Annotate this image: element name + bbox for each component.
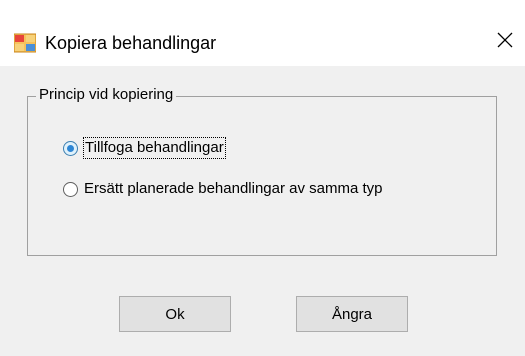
application-icon — [13, 33, 37, 53]
title-bar[interactable]: Kopiera behandlingar — [0, 8, 525, 66]
radio-checked-icon[interactable] — [63, 140, 78, 156]
option-replace-label: Ersätt planerade behandlingar av samma t… — [84, 180, 383, 197]
ok-button[interactable]: Ok — [119, 296, 231, 332]
cancel-button[interactable]: Ångra — [296, 296, 408, 332]
option-replace-planned-treatments[interactable]: Ersätt planerade behandlingar av samma t… — [63, 179, 383, 199]
close-button[interactable] — [488, 24, 522, 60]
option-append-label: Tillfoga behandlingar — [83, 137, 226, 159]
option-append-treatments[interactable]: Tillfoga behandlingar — [63, 137, 226, 159]
copy-principle-groupbox — [27, 96, 497, 256]
window-top-strip — [0, 0, 525, 8]
window-title: Kopiera behandlingar — [45, 33, 217, 53]
radio-unchecked-icon[interactable] — [63, 181, 78, 197]
close-icon — [496, 31, 514, 54]
groupbox-legend: Princip vid kopiering — [36, 85, 177, 105]
